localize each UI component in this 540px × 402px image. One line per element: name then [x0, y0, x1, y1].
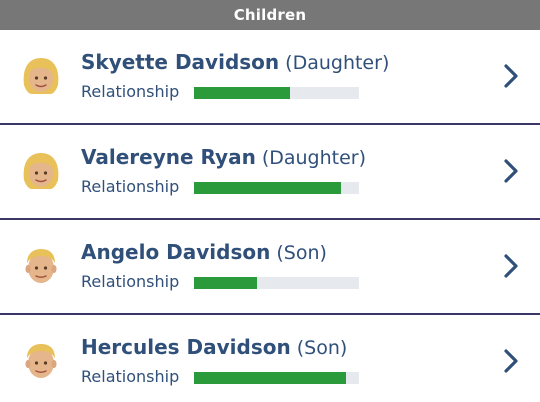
- child-relation: (Daughter): [285, 52, 390, 74]
- section-header: Children: [0, 0, 540, 30]
- relationship-bar: [194, 277, 359, 289]
- child-relation: (Son): [276, 242, 327, 264]
- children-screen: Children Skyette Davidson (Daughter) Rela…: [0, 0, 540, 402]
- child-name: Valereyne Ryan: [81, 145, 256, 169]
- relationship-label: Relationship: [81, 272, 180, 291]
- relationship-bar-fill: [194, 277, 257, 289]
- relationship-bar-fill: [194, 372, 346, 384]
- relationship-bar: [194, 372, 359, 384]
- children-list: Skyette Davidson (Daughter) Relationship …: [0, 30, 540, 402]
- relationship-label: Relationship: [81, 177, 180, 196]
- relationship-bar-fill: [194, 87, 290, 99]
- relationship-bar: [194, 182, 359, 194]
- relationship-bar: [194, 87, 359, 99]
- child-name: Hercules Davidson: [81, 335, 291, 359]
- chevron-right-icon[interactable]: [502, 253, 520, 279]
- chevron-right-icon[interactable]: [502, 348, 520, 374]
- chevron-right-icon[interactable]: [502, 63, 520, 89]
- male-blonde-avatar-icon: [25, 249, 57, 283]
- child-row[interactable]: Angelo Davidson (Son) Relationship: [0, 220, 540, 315]
- child-name: Angelo Davidson: [81, 240, 271, 264]
- child-name: Skyette Davidson: [81, 50, 280, 74]
- relationship-label: Relationship: [81, 367, 180, 386]
- female-blonde-avatar-icon: [23, 58, 59, 94]
- child-row[interactable]: Skyette Davidson (Daughter) Relationship: [0, 30, 540, 125]
- child-relation: (Daughter): [261, 147, 367, 169]
- chevron-right-icon[interactable]: [502, 158, 520, 184]
- relationship-label: Relationship: [81, 82, 180, 101]
- male-blonde-avatar-icon: [25, 344, 57, 378]
- child-row[interactable]: Hercules Davidson (Son) Relationship: [0, 315, 540, 402]
- child-row[interactable]: Valereyne Ryan (Daughter) Relationship: [0, 125, 540, 220]
- relationship-bar-fill: [194, 182, 341, 194]
- child-relation: (Son): [296, 337, 348, 359]
- female-blonde-avatar-icon: [23, 153, 59, 189]
